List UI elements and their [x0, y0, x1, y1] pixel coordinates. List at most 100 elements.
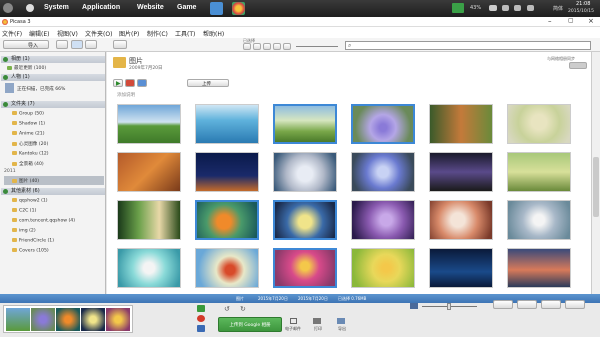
info-tab-button[interactable] [565, 300, 585, 309]
photo-thumbnail[interactable] [117, 200, 181, 240]
sidebar-item-recent[interactable]: 最近更新 (100) [7, 65, 46, 71]
print-label[interactable]: 打印 [314, 326, 322, 332]
menu-website[interactable]: Website [137, 4, 164, 11]
photo-thumbnail[interactable] [351, 200, 415, 240]
sidebar-item-folder[interactable]: C2C (1) [12, 208, 36, 214]
filter-upload-button[interactable] [243, 43, 251, 50]
sidebar-item-folder[interactable]: Anime (21) [12, 131, 45, 137]
menu-tools[interactable]: 工具(T) [175, 29, 195, 38]
scrollbar-thumb[interactable] [593, 157, 599, 217]
input-language[interactable]: 简体 [553, 5, 563, 12]
photo-thumbnail[interactable] [273, 152, 337, 192]
sidebar-item-folder[interactable]: Kantoku (12) [12, 151, 49, 157]
menu-icon[interactable] [3, 3, 13, 13]
filter-geo-button[interactable] [283, 43, 291, 50]
photo-thumbnail[interactable] [117, 104, 181, 144]
share-button[interactable]: 上传 [187, 79, 229, 87]
add-to-album-icon[interactable] [197, 325, 205, 332]
menu-view[interactable]: 视图(V) [57, 29, 78, 38]
play-slideshow-button[interactable]: ▶ [113, 79, 123, 87]
photo-thumbnail[interactable] [351, 248, 415, 288]
photo-thumbnail[interactable] [507, 200, 571, 240]
view-detail-button[interactable] [85, 40, 97, 49]
menu-application[interactable]: Application [82, 4, 120, 11]
email-icon[interactable] [290, 318, 297, 324]
folder-icon[interactable] [210, 2, 223, 15]
sidebar-item-folder[interactable]: Shadow (1) [12, 121, 45, 127]
sidebar-group-people[interactable]: 人物 (1) [1, 74, 105, 81]
menu-help[interactable]: 帮助(H) [203, 29, 224, 38]
zoom-slider[interactable] [422, 303, 477, 310]
print-icon[interactable] [313, 318, 321, 324]
menu-folder[interactable]: 文件夹(O) [85, 29, 112, 38]
tags-tab-button[interactable] [541, 300, 561, 309]
clear-icon[interactable] [197, 315, 205, 322]
photo-thumbnail[interactable] [273, 248, 337, 288]
export-icon[interactable] [337, 318, 345, 324]
sidebar-group-other[interactable]: 其他素材 (6) [1, 188, 105, 195]
photo-thumbnail[interactable] [351, 152, 415, 192]
bluetooth-icon[interactable] [514, 5, 521, 11]
photo-thumbnail[interactable] [507, 152, 571, 192]
speaker-icon[interactable] [527, 5, 534, 11]
places-tab-button[interactable] [517, 300, 537, 309]
photo-thumbnail[interactable] [507, 104, 571, 144]
upload-google-button[interactable]: 上传到 Google 相册 [218, 317, 282, 332]
sidebar-item-selected[interactable]: 图片 (40) [4, 176, 104, 185]
tray-thumbnail[interactable] [56, 308, 80, 331]
photo-thumbnail[interactable] [273, 200, 337, 240]
add-description-link[interactable]: 添加说明 [117, 92, 135, 98]
close-button[interactable]: × [588, 17, 594, 25]
filter-slider[interactable] [296, 46, 338, 47]
star-icon[interactable] [152, 80, 182, 86]
photo-thumbnail[interactable] [351, 104, 415, 144]
photo-thumbnail[interactable] [429, 104, 493, 144]
zoom-slider-handle[interactable] [447, 303, 451, 310]
picasa-icon[interactable] [232, 2, 245, 15]
people-button[interactable] [113, 40, 127, 49]
hold-icon[interactable] [197, 305, 205, 312]
sidebar-item-folder[interactable]: 全景箱 (40) [12, 161, 44, 167]
import-button[interactable]: 导入 [3, 40, 49, 49]
menu-file[interactable]: 文件(F) [2, 29, 22, 38]
view-library-button[interactable] [56, 40, 68, 49]
sidebar-item-folder[interactable]: 心灵图像 (20) [12, 141, 48, 147]
movie-button[interactable] [137, 79, 147, 87]
view-grid-button[interactable] [71, 40, 83, 49]
sidebar-item-folder[interactable]: Covers (105) [12, 248, 49, 254]
sidebar-item-folder[interactable]: com.tencent.qqshow (4) [12, 218, 75, 224]
sidebar-item-folder[interactable]: img (2) [12, 228, 36, 234]
sidebar-group-albums[interactable]: 相册 (1) [1, 56, 105, 63]
photo-thumbnail[interactable] [507, 248, 571, 288]
maximize-button[interactable]: ▢ [568, 17, 574, 24]
search-input[interactable]: ⌕ [345, 41, 591, 50]
app-badge-icon[interactable] [452, 3, 464, 13]
people-tab-button[interactable] [493, 300, 513, 309]
sync-toggle[interactable] [569, 62, 587, 69]
photo-thumbnail[interactable] [273, 104, 337, 144]
filter-star-button[interactable] [253, 43, 261, 50]
collage-button[interactable] [125, 79, 135, 87]
photo-thumbnail[interactable] [195, 152, 259, 192]
rotate-right-icon[interactable]: ↻ [240, 305, 246, 313]
filter-movie-button[interactable] [273, 43, 281, 50]
sidebar-item-folder[interactable]: FriendCircle (1) [12, 238, 54, 244]
vertical-scrollbar[interactable] [591, 52, 600, 294]
photo-thumbnail[interactable] [429, 248, 493, 288]
network-icon[interactable] [502, 5, 509, 11]
photo-thumbnail[interactable] [117, 248, 181, 288]
photo-thumbnail[interactable] [195, 248, 259, 288]
photo-thumbnail[interactable] [429, 152, 493, 192]
minimize-button[interactable]: – [548, 17, 552, 25]
photo-thumbnail[interactable] [117, 152, 181, 192]
rotate-left-icon[interactable]: ↺ [224, 305, 230, 313]
tray-thumbnail[interactable] [6, 308, 30, 331]
photo-thumbnail[interactable] [195, 104, 259, 144]
sidebar-group-folders[interactable]: 文件夹 (7) [1, 101, 105, 108]
menu-system[interactable]: System [44, 4, 69, 11]
filter-face-button[interactable] [263, 43, 271, 50]
sidebar-item-folder[interactable]: Group (50) [12, 111, 44, 117]
menu-game[interactable]: Game [177, 4, 196, 11]
email-label[interactable]: 电子邮件 [285, 326, 301, 332]
photo-thumbnail[interactable] [195, 200, 259, 240]
